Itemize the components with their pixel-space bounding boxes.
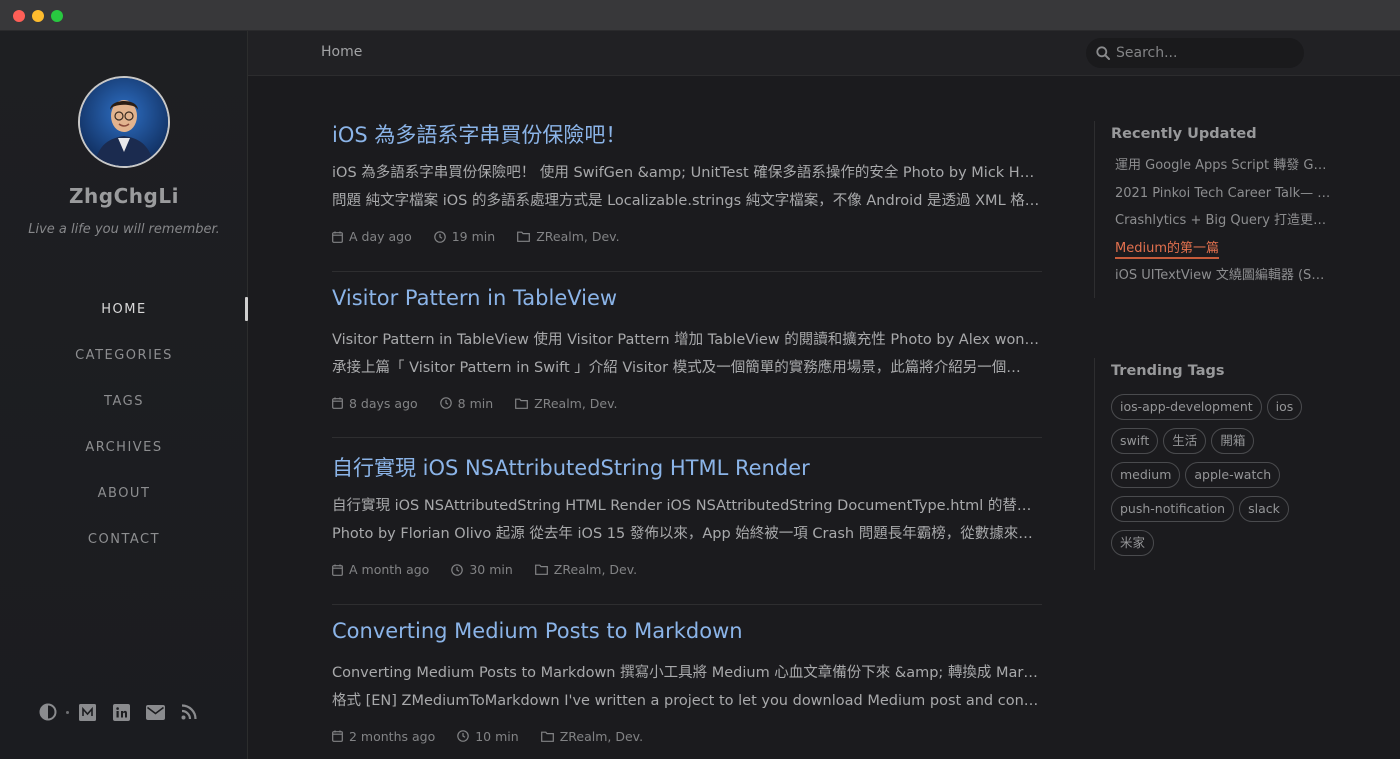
nav-item-archives[interactable]: ARCHIVES — [0, 424, 248, 470]
medium-icon[interactable] — [77, 702, 97, 722]
tag-chip[interactable]: ios — [1266, 394, 1303, 420]
rss-icon[interactable] — [179, 702, 199, 722]
maximize-window-button[interactable] — [51, 10, 63, 22]
breadcrumb[interactable]: Home — [321, 44, 362, 60]
post-meta: 8 days ago 8 min ZRealm, Dev. — [332, 396, 640, 411]
folder-icon — [515, 398, 529, 409]
post-title[interactable]: iOS 為多語系字串買份保險吧！ — [332, 119, 626, 149]
post-categories[interactable]: ZRealm, Dev. — [554, 562, 637, 577]
post-item: Visitor Pattern in TableView Visitor Pat… — [332, 272, 1042, 438]
folder-icon — [534, 564, 548, 575]
post-categories[interactable]: ZRealm, Dev. — [536, 229, 619, 244]
tag-chip[interactable]: ios-app-development — [1111, 394, 1262, 420]
site-subtitle: Live a life you will remember. — [28, 222, 220, 237]
post-date: 2 months ago — [349, 728, 436, 744]
recently-updated-item[interactable]: Crashlytics + Big Query 打造更即時… — [1115, 209, 1333, 237]
tag-chip[interactable]: apple-watch — [1185, 462, 1281, 488]
tag-chip[interactable]: slack — [1239, 496, 1289, 522]
post-title[interactable]: Converting Medium Posts to Markdown — [332, 619, 743, 643]
nav-item-categories[interactable]: CATEGORIES — [0, 332, 248, 378]
post-excerpt-line: Converting Medium Posts to Markdown 撰寫小工… — [332, 664, 1042, 681]
post-meta: A day ago 19 min ZRealm, Dev. — [332, 229, 642, 244]
recently-updated-heading: Recently Updated — [1111, 126, 1257, 142]
post-excerpt: 自行實現 iOS NSAttributedString HTML Render … — [332, 492, 1042, 548]
recently-updated-list: 運用 Google Apps Script 轉發 Gmai… 2021 Pink… — [1111, 154, 1354, 292]
post-excerpt: iOS 為多語系字串買份保險吧！ 使用 SwifGen &amp; UnitTe… — [332, 159, 1042, 215]
post-excerpt-line: 格式 [EN] ZMediumToMarkdown I've written a… — [332, 692, 1042, 709]
post-title[interactable]: 自行實現 iOS NSAttributedString HTML Render — [332, 452, 810, 482]
post-categories[interactable]: ZRealm, Dev. — [534, 396, 617, 411]
tag-chip[interactable]: 開箱 — [1211, 428, 1255, 454]
calendar-icon — [332, 730, 343, 742]
tag-chip[interactable]: 米家 — [1111, 530, 1155, 556]
recently-updated-item-highlighted[interactable]: Medium的第一篇 — [1115, 237, 1333, 265]
clock-icon — [439, 397, 452, 409]
post-meta: A month ago 30 min ZRealm, Dev. — [332, 562, 659, 577]
post-excerpt-line: 問題 純文字檔案 iOS 的多語系處理方式是 Localizable.strin… — [332, 193, 1040, 209]
sidebar: ZhgChgLi Live a life you will remember. … — [0, 31, 248, 759]
recently-updated-item[interactable]: 2021 Pinkoi Tech Career Talk— 高… — [1115, 182, 1333, 210]
post-item: Converting Medium Posts to Markdown Conv… — [332, 605, 1042, 759]
separator-dot — [66, 710, 69, 714]
post-categories[interactable]: ZRealm, Dev. — [560, 729, 643, 744]
tag-chip[interactable]: 生活 — [1163, 428, 1207, 454]
post-read-time: 8 min — [457, 395, 494, 411]
close-window-button[interactable] — [13, 10, 25, 22]
search-icon — [1096, 46, 1110, 60]
post-item: iOS 為多語系字串買份保險吧！ iOS 為多語系字串買份保險吧！ 使用 Swi… — [332, 105, 1042, 272]
calendar-icon — [332, 231, 343, 243]
trending-tags-heading: Trending Tags — [1111, 363, 1225, 379]
post-list: iOS 為多語系字串買份保險吧！ iOS 為多語系字串買份保險吧！ 使用 Swi… — [332, 105, 1042, 759]
recently-updated-panel: Recently Updated 運用 Google Apps Script 轉… — [1094, 121, 1354, 298]
tag-cloud: ios-app-development ios swift 生活 開箱 medi… — [1111, 394, 1311, 564]
recently-updated-item[interactable]: 運用 Google Apps Script 轉發 Gmai… — [1115, 154, 1333, 182]
post-date: A month ago — [349, 562, 430, 577]
calendar-icon — [332, 397, 343, 409]
clock-icon — [433, 230, 446, 243]
topbar: Home — [248, 31, 1400, 76]
recently-updated-item[interactable]: iOS UITextView 文繞圖編輯器 (Swift) — [1115, 264, 1333, 292]
folder-icon — [517, 231, 531, 242]
post-excerpt: Visitor Pattern in TableView 使用 Visitor … — [332, 326, 1042, 382]
post-read-time: 30 min — [469, 562, 513, 577]
search-box[interactable] — [1086, 38, 1304, 68]
post-excerpt-line: 自行實現 iOS NSAttributedString HTML Render … — [332, 498, 1042, 514]
site-title[interactable]: ZhgChgLi — [0, 184, 248, 208]
post-excerpt: Converting Medium Posts to Markdown 撰寫小工… — [332, 659, 1042, 715]
sidebar-nav: HOME CATEGORIES TAGS ARCHIVES ABOUT CONT… — [0, 286, 248, 562]
post-excerpt-line: Visitor Pattern in TableView 使用 Visitor … — [332, 331, 1042, 348]
nav-item-tags[interactable]: TAGS — [0, 378, 248, 424]
post-date: 8 days ago — [349, 395, 418, 411]
theme-toggle-icon[interactable] — [38, 702, 58, 722]
tag-chip[interactable]: push-notification — [1111, 496, 1235, 522]
tag-chip[interactable]: swift — [1111, 428, 1159, 454]
clock-icon — [451, 563, 464, 576]
clock-icon — [457, 730, 470, 742]
post-meta: 2 months ago 10 min ZRealm, Dev. — [332, 729, 665, 744]
nav-item-about[interactable]: ABOUT — [0, 470, 248, 516]
post-excerpt-line: 承接上篇「 Visitor Pattern in Swift 」介紹 Visit… — [332, 359, 1021, 376]
avatar[interactable] — [78, 76, 170, 168]
window-titlebar — [0, 0, 1400, 31]
linkedin-icon[interactable] — [111, 702, 131, 722]
email-icon[interactable] — [145, 702, 165, 722]
minimize-window-button[interactable] — [32, 10, 44, 22]
nav-item-contact[interactable]: CONTACT — [0, 516, 248, 562]
post-excerpt-line: Photo by Florian Olivo 起源 從去年 iOS 15 發佈以… — [332, 526, 1033, 542]
sidebar-social-links — [38, 702, 199, 722]
post-excerpt-line: iOS 為多語系字串買份保險吧！ 使用 SwifGen &amp; UnitTe… — [332, 165, 1042, 181]
post-item: 自行實現 iOS NSAttributedString HTML Render … — [332, 438, 1042, 605]
tag-chip[interactable]: medium — [1111, 462, 1181, 488]
trending-tags-panel: Trending Tags ios-app-development ios sw… — [1094, 358, 1324, 570]
nav-item-home[interactable]: HOME — [0, 286, 248, 332]
post-title[interactable]: Visitor Pattern in TableView — [332, 286, 617, 310]
search-input[interactable] — [1116, 45, 1286, 61]
calendar-icon — [332, 564, 343, 576]
post-date: A day ago — [349, 229, 412, 244]
post-read-time: 10 min — [475, 728, 519, 744]
folder-icon — [540, 731, 554, 742]
post-read-time: 19 min — [451, 229, 496, 244]
